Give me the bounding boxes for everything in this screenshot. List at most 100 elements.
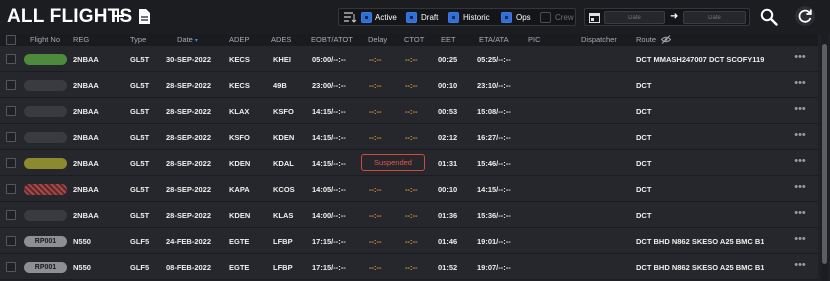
refresh-button[interactable] — [794, 5, 816, 27]
cell-eobt: 14:05/--:-- — [312, 185, 346, 194]
row-checkbox[interactable] — [6, 54, 16, 64]
cell-ctot: --:-- — [405, 211, 418, 220]
table-row[interactable]: RP001 N550 GLF5 08-FEB-2022 EGTE LFBP 17:15/--… — [0, 254, 818, 280]
table-row[interactable]: RP001 N550 GLF5 24-FEB-2022 EGTE LFBP 17:15/--… — [0, 228, 818, 254]
table-row[interactable]: 2NBAA GL5T 28-SEP-2022 KECS 49B 23:00/--:-- --… — [0, 72, 818, 98]
col-ctot[interactable]: CTOT — [404, 35, 424, 45]
row-checkbox[interactable] — [6, 184, 16, 194]
arrow-right-icon: ➜ — [670, 11, 679, 22]
add-flight-button[interactable] — [110, 6, 126, 26]
row-checkbox[interactable] — [6, 236, 16, 246]
row-checkbox[interactable] — [6, 132, 16, 142]
col-date-label: Date — [177, 35, 193, 44]
row-checkbox[interactable] — [6, 106, 16, 116]
cell-eobt: 17:15/--:-- — [312, 237, 346, 246]
more-options-icon[interactable]: ••• — [793, 156, 807, 167]
col-eobt[interactable]: EOBT/ATOT — [311, 35, 353, 45]
cell-eobt: 14:15/--:-- — [312, 159, 346, 168]
toolbar: ALL FLIGHTS Active Draft Historic Ops Cr… — [0, 0, 830, 34]
more-options-icon[interactable]: ••• — [793, 130, 807, 141]
filter-crew-checkbox[interactable] — [540, 12, 551, 23]
table-row[interactable]: 2NBAA GL5T 28-SEP-2022 KSFO KDEN 14:15/--:-- -… — [0, 124, 818, 150]
row-checkbox[interactable] — [6, 158, 16, 168]
search-button[interactable] — [760, 8, 778, 26]
cell-ades: LFBP — [273, 237, 293, 246]
cell-type: GL5T — [130, 211, 150, 220]
cell-delay: --:-- — [369, 133, 382, 142]
cell-delay: --:-- — [369, 107, 382, 116]
more-options-icon[interactable]: ••• — [793, 260, 807, 271]
flight-no-badge — [24, 80, 67, 91]
cell-adep: EGTE — [229, 263, 250, 272]
col-route[interactable]: Route — [636, 35, 656, 45]
cell-ades: KLAS — [273, 211, 294, 220]
col-pic[interactable]: PIC — [528, 35, 541, 45]
cell-ades: KSFO — [273, 107, 294, 116]
table-row[interactable]: 2NBAA GL5T 28-SEP-2022 KLAX KSFO 14:15/--:-- -… — [0, 98, 818, 124]
col-type[interactable]: Type — [130, 35, 146, 45]
sort-icon[interactable] — [343, 11, 357, 23]
scrollbar-thumb[interactable] — [822, 44, 827, 264]
cell-reg: 2NBAA — [73, 81, 99, 90]
table-row[interactable]: 2NBAA GL5T 30-SEP-2022 KECS KHEI 05:00/--:-- -… — [0, 46, 818, 72]
cell-eet: 00:53 — [438, 107, 458, 116]
filter-draft-checkbox[interactable] — [406, 12, 417, 23]
col-ades[interactable]: ADES — [271, 35, 291, 45]
cell-route: DCT — [636, 133, 652, 142]
cell-delay: --:-- — [369, 81, 382, 90]
date-to-input[interactable] — [683, 11, 746, 24]
table-row[interactable]: 2NBAA GL5T 28-SEP-2022 KAPA KCOS 14:05/--:-- -… — [0, 176, 818, 202]
col-delay[interactable]: Delay — [368, 35, 387, 45]
cell-eta: 05:25/--:-- — [477, 55, 511, 64]
document-button[interactable] — [138, 9, 150, 24]
filter-ops-checkbox[interactable] — [501, 12, 512, 23]
row-checkbox[interactable] — [6, 210, 16, 220]
cell-reg: N550 — [73, 237, 91, 246]
cell-eta: 16:27/--:-- — [477, 133, 511, 142]
filter-active-checkbox[interactable] — [361, 12, 372, 23]
col-adep[interactable]: ADEP — [229, 35, 249, 45]
date-from-input[interactable] — [604, 11, 665, 24]
cell-route: DCT — [636, 159, 652, 168]
cell-date: 28-SEP-2022 — [166, 159, 212, 168]
more-options-icon[interactable]: ••• — [793, 52, 807, 63]
col-flight-no[interactable]: Flight No — [30, 35, 60, 45]
more-options-icon[interactable]: ••• — [793, 208, 807, 219]
table-row[interactable]: 2NBAA GL5T 28-SEP-2022 KDEN KLAS 14:00/--:-- -… — [0, 202, 818, 228]
cell-adep: EGTE — [229, 237, 250, 246]
col-date[interactable]: Date ▾ — [177, 35, 198, 46]
col-eta[interactable]: ETA/ATA — [479, 35, 509, 45]
cell-adep: KSFO — [229, 133, 250, 142]
cell-route: DCT — [636, 81, 652, 90]
select-all-checkbox[interactable] — [6, 35, 16, 45]
flight-no-badge — [24, 132, 67, 143]
eye-off-icon[interactable] — [661, 35, 671, 44]
calendar-icon[interactable] — [589, 12, 600, 23]
flight-no-badge — [24, 54, 67, 65]
col-eet[interactable]: EET — [441, 35, 456, 45]
more-options-icon[interactable]: ••• — [793, 104, 807, 115]
more-options-icon[interactable]: ••• — [793, 78, 807, 89]
cell-ades: 49B — [273, 81, 287, 90]
more-options-icon[interactable]: ••• — [793, 234, 807, 245]
row-checkbox[interactable] — [6, 262, 16, 272]
cell-eet: 01:46 — [438, 237, 458, 246]
cell-type: GL5T — [130, 81, 150, 90]
cell-eet: 01:52 — [438, 263, 458, 272]
cell-route: DCT — [636, 185, 652, 194]
table-row[interactable]: 2NBAA GL5T 28-SEP-2022 KDEN KDAL 14:15/--:-- S… — [0, 150, 818, 176]
cell-eobt: 05:00/--:-- — [312, 55, 346, 64]
row-checkbox[interactable] — [6, 80, 16, 90]
cell-eet: 00:10 — [438, 185, 458, 194]
cell-type: GL5T — [130, 107, 150, 116]
more-options-icon[interactable]: ••• — [793, 182, 807, 193]
cell-ades: LFBP — [273, 263, 293, 272]
cell-ades: KHEI — [273, 55, 291, 64]
cell-reg: N550 — [73, 263, 91, 272]
col-dispatcher[interactable]: Dispatcher — [581, 35, 617, 45]
filter-historic-checkbox[interactable] — [448, 12, 459, 23]
cell-eta: 19:07/--:-- — [477, 263, 511, 272]
cell-eet: 00:10 — [438, 81, 458, 90]
cell-eobt: 14:15/--:-- — [312, 133, 346, 142]
col-reg[interactable]: REG — [73, 35, 89, 45]
